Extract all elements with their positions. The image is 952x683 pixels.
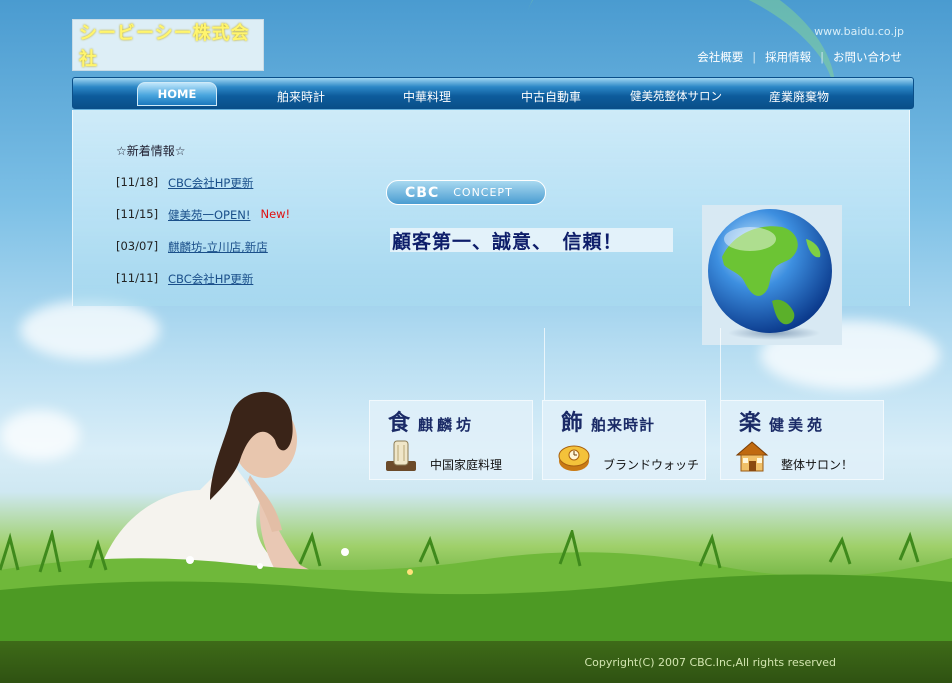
news-date: [11/15] [116, 207, 159, 221]
scroll-icon [386, 440, 416, 471]
concept-label-sub: CONCEPT [453, 186, 513, 199]
news-link[interactable]: CBC会社HP更新 [168, 175, 253, 207]
news-link[interactable]: 健美苑一OPEN! [168, 207, 250, 239]
main-nav: HOME 舶来時計 中華料理 中古自動車 健美苑整体サロン 産業廃棄物 [72, 77, 914, 109]
divider [544, 328, 545, 400]
separator: | [752, 50, 757, 64]
news-item: [11/11] CBC会社HP更新 [116, 271, 290, 303]
nav-used-cars[interactable]: 中古自動車 [509, 84, 593, 108]
site-url: www.baidu.co.jp [814, 25, 904, 38]
card-title: 楽 健美苑 [739, 405, 826, 437]
card-char: 飾 [561, 411, 584, 436]
watch-box-icon [558, 445, 590, 471]
globe-icon [708, 209, 832, 340]
card-title: 食 麒麟坊 [388, 405, 475, 437]
card-name: 舶来時計 [591, 416, 656, 434]
house-icon [735, 441, 769, 472]
news-date: [11/11] [116, 271, 159, 285]
grass-field [0, 530, 952, 642]
cloud [20, 300, 160, 360]
link-company-overview[interactable]: 会社概要 [697, 49, 743, 65]
news-item: [11/18] CBC会社HP更新 [116, 175, 290, 207]
link-recruitment[interactable]: 採用情報 [765, 49, 811, 65]
globe-image [702, 205, 842, 345]
card-subtitle: 中国家庭料理 [430, 458, 503, 472]
copyright: Copyright(C) 2007 CBC.Inc,All rights res… [584, 656, 836, 669]
news-item: [11/15] 健美苑一OPEN! New! [116, 207, 290, 239]
news-list: [11/18] CBC会社HP更新 [11/15] 健美苑一OPEN! New!… [116, 175, 290, 303]
nav-chinese-food[interactable]: 中華料理 [391, 84, 463, 108]
company-logo[interactable]: シービーシー株式会社 [72, 19, 264, 71]
nav-home[interactable]: HOME [137, 82, 217, 106]
news-link[interactable]: 麒麟坊-立川店,新店 [168, 239, 268, 271]
link-contact[interactable]: お問い合わせ [833, 49, 902, 65]
news-link[interactable]: CBC会社HP更新 [168, 271, 253, 303]
card-title: 飾 舶来時計 [561, 405, 655, 437]
logo-text: シービーシー株式会社 [79, 23, 250, 70]
card-kirinbo[interactable]: 食 麒麟坊 中国家庭料理 [369, 400, 533, 480]
news-date: [11/18] [116, 175, 159, 189]
concept-label-main: CBC [405, 184, 440, 201]
new-badge: New! [260, 207, 291, 221]
card-salon[interactable]: 楽 健美苑 整体サロン！ [720, 400, 884, 480]
card-char: 楽 [739, 411, 762, 436]
card-char: 食 [388, 411, 411, 436]
card-name: 健美苑 [769, 416, 827, 434]
card-subtitle: 整体サロン！ [781, 458, 854, 472]
card-subtitle: ブランドウォッチ [603, 458, 700, 472]
nav-salon[interactable]: 健美苑整体サロン [621, 84, 731, 108]
nav-industrial-waste[interactable]: 産業廃棄物 [757, 84, 841, 108]
nav-watches[interactable]: 舶来時計 [265, 84, 337, 108]
card-name: 麒麟坊 [418, 416, 476, 434]
news-item: [03/07] 麒麟坊-立川店,新店 [116, 239, 290, 271]
top-links: 会社概要 | 採用情報 | お問い合わせ [697, 49, 902, 65]
separator: | [820, 50, 824, 64]
news-date: [03/07] [116, 239, 159, 253]
divider [720, 328, 721, 400]
news-heading: ☆新着情報☆ [116, 144, 186, 158]
slogan: 顧客第一、誠意、 信頼！ [390, 228, 673, 253]
concept-button[interactable]: CBC CONCEPT [386, 180, 546, 205]
card-watches[interactable]: 飾 舶来時計 ブランドウォッチ [542, 400, 706, 480]
